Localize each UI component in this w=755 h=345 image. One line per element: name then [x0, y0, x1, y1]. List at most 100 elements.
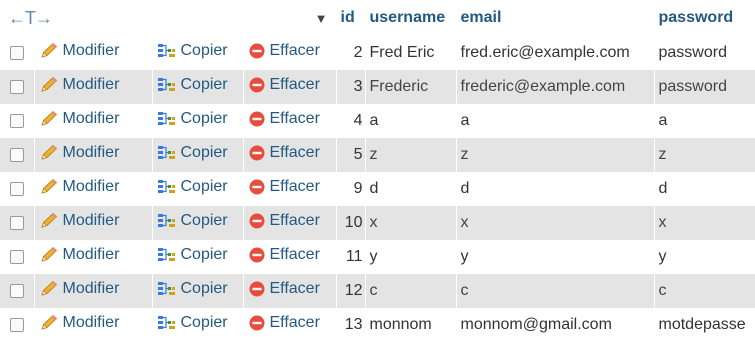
- username-cell[interactable]: z: [365, 138, 457, 172]
- delete-icon: [249, 281, 264, 296]
- edit-cell: Modifier: [34, 172, 153, 206]
- password-cell[interactable]: y: [654, 240, 755, 274]
- email-cell[interactable]: monnom@gmail.com: [456, 308, 655, 342]
- delete-cell: Effacer: [243, 70, 337, 104]
- password-cell[interactable]: password: [654, 70, 755, 104]
- id-cell[interactable]: 9: [336, 172, 366, 206]
- edit-button[interactable]: Modifier: [39, 110, 119, 128]
- username-cell[interactable]: Fred Eric: [365, 36, 457, 70]
- edit-button[interactable]: Modifier: [39, 280, 119, 298]
- edit-button[interactable]: Modifier: [39, 42, 119, 60]
- username-value: x: [369, 214, 378, 231]
- id-cell[interactable]: 11: [336, 240, 366, 274]
- row-checkbox[interactable]: [9, 45, 24, 60]
- id-cell[interactable]: 2: [336, 36, 366, 70]
- column-header-password[interactable]: password: [654, 0, 755, 36]
- id-cell[interactable]: 13: [336, 308, 366, 342]
- id-cell[interactable]: 10: [336, 206, 366, 240]
- row-checkbox[interactable]: [9, 215, 24, 230]
- copy-cell: Copier: [152, 104, 244, 138]
- copy-button[interactable]: Copier: [157, 144, 228, 162]
- username-cell[interactable]: x: [365, 206, 457, 240]
- email-cell[interactable]: y: [456, 240, 655, 274]
- username-cell[interactable]: d: [365, 172, 457, 206]
- column-header-id[interactable]: id: [336, 0, 366, 36]
- edit-button[interactable]: Modifier: [39, 143, 120, 162]
- email-cell[interactable]: frederic@example.com: [456, 70, 655, 104]
- copy-button[interactable]: Copier: [157, 76, 228, 94]
- email-cell[interactable]: x: [456, 206, 655, 240]
- column-header-username[interactable]: username: [365, 0, 457, 36]
- email-value: frederic@example.com: [460, 78, 626, 95]
- copy-button[interactable]: Copier: [157, 246, 228, 264]
- edit-button[interactable]: Modifier: [39, 177, 120, 196]
- column-tools-header: ←T→ ▼: [0, 0, 337, 36]
- username-cell[interactable]: y: [365, 240, 457, 274]
- column-resize-arrows[interactable]: ←T→: [8, 8, 53, 29]
- password-cell[interactable]: a: [654, 104, 755, 138]
- delete-button[interactable]: Effacer: [248, 76, 320, 94]
- caret-down-icon[interactable]: ▼: [315, 11, 328, 26]
- row-checkbox[interactable]: [9, 317, 24, 332]
- copy-button[interactable]: Copier: [157, 110, 228, 128]
- email-cell[interactable]: a: [456, 104, 655, 138]
- edit-button[interactable]: Modifier: [39, 314, 119, 332]
- password-value: y: [658, 248, 667, 265]
- copy-cell: Copier: [152, 70, 244, 104]
- row-checkbox[interactable]: [9, 113, 24, 128]
- delete-button[interactable]: Effacer: [248, 246, 320, 264]
- copy-button[interactable]: Copier: [157, 314, 228, 332]
- email-cell[interactable]: fred.eric@example.com: [456, 36, 655, 70]
- row-checkbox[interactable]: [9, 181, 24, 196]
- id-cell[interactable]: 5: [336, 138, 366, 172]
- delete-button[interactable]: Effacer: [248, 280, 320, 298]
- edit-button[interactable]: Modifier: [39, 212, 119, 230]
- username-cell[interactable]: Frederic: [365, 70, 457, 104]
- password-cell[interactable]: d: [654, 172, 755, 206]
- copy-button[interactable]: Copier: [157, 212, 228, 230]
- password-value: password: [658, 78, 727, 95]
- username-cell[interactable]: a: [365, 104, 457, 138]
- copy-icon: [157, 213, 175, 227]
- delete-label: Effacer: [269, 211, 320, 229]
- row-checkbox[interactable]: [9, 147, 24, 162]
- copy-button[interactable]: Copier: [157, 280, 228, 298]
- id-cell[interactable]: 4: [336, 104, 366, 138]
- username-cell[interactable]: monnom: [365, 308, 457, 342]
- copy-icon: [157, 111, 175, 125]
- delete-button[interactable]: Effacer: [248, 144, 320, 162]
- password-cell[interactable]: password: [654, 36, 755, 70]
- username-cell[interactable]: c: [365, 274, 457, 308]
- delete-icon: [249, 111, 264, 126]
- row-checkbox[interactable]: [9, 249, 24, 264]
- edit-label: Modifier: [62, 143, 120, 161]
- password-cell[interactable]: z: [654, 138, 755, 172]
- email-cell[interactable]: d: [456, 172, 655, 206]
- password-cell[interactable]: x: [654, 206, 755, 240]
- copy-cell: Copier: [152, 240, 244, 274]
- delete-button[interactable]: Effacer: [248, 178, 320, 196]
- column-header-email[interactable]: email: [456, 0, 655, 36]
- row-select-cell: [0, 240, 35, 274]
- delete-button[interactable]: Effacer: [248, 314, 320, 332]
- id-cell[interactable]: 3: [336, 70, 366, 104]
- edit-button[interactable]: Modifier: [39, 76, 119, 94]
- edit-button[interactable]: Modifier: [39, 246, 119, 264]
- password-cell[interactable]: c: [654, 274, 755, 308]
- id-value: 9: [353, 180, 363, 197]
- row-checkbox[interactable]: [9, 79, 24, 94]
- delete-label: Effacer: [269, 143, 320, 161]
- delete-button[interactable]: Effacer: [248, 110, 320, 128]
- delete-button[interactable]: Effacer: [248, 42, 320, 60]
- password-cell[interactable]: motdepasse: [654, 308, 755, 342]
- delete-button[interactable]: Effacer: [248, 212, 320, 230]
- id-value: 13: [344, 316, 363, 333]
- row-checkbox[interactable]: [9, 283, 24, 298]
- copy-button[interactable]: Copier: [157, 178, 228, 196]
- email-cell[interactable]: z: [456, 138, 655, 172]
- copy-button[interactable]: Copier: [157, 42, 228, 60]
- id-cell[interactable]: 12: [336, 274, 366, 308]
- delete-icon: [249, 179, 264, 194]
- edit-label: Modifier: [62, 177, 120, 195]
- email-cell[interactable]: c: [456, 274, 655, 308]
